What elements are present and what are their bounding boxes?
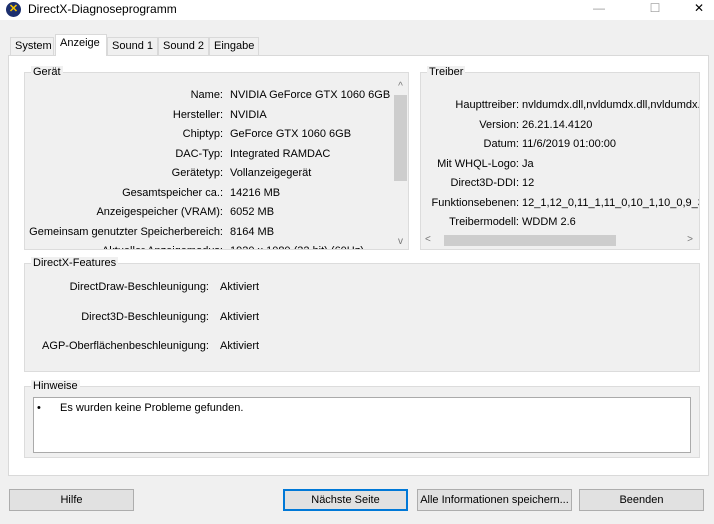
close-button[interactable]: ✕ xyxy=(676,0,714,20)
device-info-list: Name: NVIDIA GeForce GTX 1060 6GB Herstell… xyxy=(25,81,393,249)
features-label: Direct3D-Beschleunigung: xyxy=(81,310,209,323)
scroll-up-arrow[interactable]: ^ xyxy=(393,81,408,93)
driver-label: Mit WHQL-Logo: xyxy=(437,157,519,170)
driver-value: 12_1,12_0,11_1,11_0,10_1,10_0,9_3,9_2,9_… xyxy=(522,196,699,209)
minimize-button[interactable]: — xyxy=(576,0,622,20)
device-value: 14216 MB xyxy=(230,186,281,199)
features-value: Aktiviert xyxy=(220,340,260,352)
driver-label: Datum: xyxy=(483,138,519,150)
features-row: AGP-Oberflächenbeschleunigung: Aktiviert xyxy=(25,340,699,354)
device-value: NVIDIA xyxy=(230,108,267,121)
features-value: Aktiviert xyxy=(220,281,260,293)
driver-label: Version: xyxy=(479,118,519,131)
device-label: Gerätetyp: xyxy=(171,167,223,179)
device-row: Name: NVIDIA GeForce GTX 1060 6GB xyxy=(25,89,393,103)
device-group-title: Gerät xyxy=(31,66,63,78)
device-value: 6052 MB xyxy=(230,206,275,218)
features-row: Direct3D-Beschleunigung: Aktiviert xyxy=(25,311,699,325)
driver-group: Treiber Haupttreiber: nvldumdx.dll,nvldum… xyxy=(420,66,700,250)
driver-value: nvldumdx.dll,nvldumdx.dll,nvldumdx.dll,n… xyxy=(522,99,699,111)
device-label: Chiptyp: xyxy=(182,128,223,140)
device-label: DAC-Typ: xyxy=(175,147,223,160)
device-value: NVIDIA GeForce GTX 1060 6GB xyxy=(230,89,391,101)
driver-row: Datum: 11/6/2019 01:00:00 xyxy=(421,138,699,152)
device-row: Gemeinsam genutzter Speicherbereich: 8164… xyxy=(25,226,393,240)
device-value: Integrated RAMDAC xyxy=(230,147,331,160)
tab-system[interactable]: System xyxy=(10,37,54,55)
driver-label: Haupttreiber: xyxy=(455,99,519,111)
scrollbar-thumb[interactable] xyxy=(394,95,407,181)
driver-info-list: Haupttreiber: nvldumdx.dll,nvldumdx.dll,n… xyxy=(421,81,699,233)
scroll-left-arrow[interactable]: < xyxy=(425,234,431,245)
device-vertical-scrollbar[interactable]: ^ v xyxy=(393,81,408,249)
driver-row: Mit WHQL-Logo: Ja xyxy=(421,158,699,172)
driver-value: 11/6/2019 01:00:00 xyxy=(522,138,616,150)
device-row: DAC-Typ: Integrated RAMDAC xyxy=(25,148,393,162)
note-item: Es wurden keine Probleme gefunden. xyxy=(60,402,244,414)
device-label: Hersteller: xyxy=(172,108,223,121)
tab-sound-1[interactable]: Sound 1 xyxy=(107,37,158,55)
driver-group-title: Treiber xyxy=(427,66,466,78)
note-bullet: • xyxy=(37,402,41,414)
directx-app-icon: ✕ xyxy=(6,2,21,17)
device-row: Gesamtspeicher ca.: 14216 MB xyxy=(25,187,393,201)
driver-row: Direct3D-DDI: 12 xyxy=(421,177,699,191)
driver-label: Funktionsebenen: xyxy=(431,196,519,209)
device-value: 1920 x 1080 (32 bit) (60Hz) xyxy=(230,245,364,249)
notes-group: Hinweise • Es wurden keine Probleme gefu… xyxy=(24,380,700,458)
notes-textbox[interactable]: • Es wurden keine Probleme gefunden. xyxy=(33,397,691,453)
driver-row: Version: 26.21.14.4120 xyxy=(421,119,699,133)
features-value: Aktiviert xyxy=(220,310,260,323)
maximize-button[interactable]: ☐ xyxy=(632,0,678,20)
driver-row: Funktionsebenen: 12_1,12_0,11_1,11_0,10_1… xyxy=(421,197,699,211)
exit-button[interactable]: Beenden xyxy=(579,489,704,511)
scroll-right-arrow[interactable]: > xyxy=(687,234,693,245)
driver-label: Direct3D-DDI: xyxy=(450,177,519,189)
next-page-button[interactable]: Nächste Seite xyxy=(283,489,408,511)
features-label: DirectDraw-Beschleunigung: xyxy=(69,281,209,293)
features-row: DirectDraw-Beschleunigung: Aktiviert xyxy=(25,281,699,295)
driver-value: 12 xyxy=(522,177,535,189)
device-value: Vollanzeigegerät xyxy=(230,167,312,179)
device-group: Gerät Name: NVIDIA GeForce GTX 1060 6GB He… xyxy=(24,66,409,250)
help-button[interactable]: Hilfe xyxy=(9,489,134,511)
features-group-title: DirectX-Features xyxy=(31,257,119,269)
tab-anzeige[interactable]: Anzeige xyxy=(55,34,107,56)
device-label: Anzeigespeicher (VRAM): xyxy=(96,206,223,218)
device-row: Anzeigespeicher (VRAM): 6052 MB xyxy=(25,206,393,220)
notes-group-title: Hinweise xyxy=(31,380,80,392)
driver-value: WDDM 2.6 xyxy=(522,216,576,228)
driver-row: Treibermodell: WDDM 2.6 xyxy=(421,216,699,230)
device-label: Aktueller Anzeigemodus: xyxy=(102,245,223,249)
device-value: 8164 MB xyxy=(230,225,275,238)
device-label: Gesamtspeicher ca.: xyxy=(122,186,223,199)
driver-value: Ja xyxy=(522,157,534,170)
device-row: Aktueller Anzeigemodus: 1920 x 1080 (32 b… xyxy=(25,245,393,249)
save-all-info-button[interactable]: Alle Informationen speichern... xyxy=(417,489,572,511)
directx-features-group: DirectX-Features DirectDraw-Beschleunigu… xyxy=(24,257,700,372)
device-value: GeForce GTX 1060 6GB xyxy=(230,128,352,140)
driver-horizontal-scrollbar[interactable]: < > xyxy=(421,233,699,248)
device-row: Hersteller: NVIDIA xyxy=(25,109,393,123)
driver-label: Treibermodell: xyxy=(449,216,519,228)
scrollbar-thumb[interactable] xyxy=(444,235,616,246)
features-label: AGP-Oberflächenbeschleunigung: xyxy=(42,340,209,352)
window-title: DirectX-Diagnoseprogramm xyxy=(28,2,177,16)
driver-row: Haupttreiber: nvldumdx.dll,nvldumdx.dll,n… xyxy=(421,99,699,113)
driver-value: 26.21.14.4120 xyxy=(522,118,593,131)
device-row: Chiptyp: GeForce GTX 1060 6GB xyxy=(25,128,393,142)
device-label: Name: xyxy=(190,89,223,101)
tab-sound-2[interactable]: Sound 2 xyxy=(158,37,209,55)
tab-eingabe[interactable]: Eingabe xyxy=(209,37,259,55)
device-label: Gemeinsam genutzter Speicherbereich: xyxy=(29,225,223,238)
scroll-down-arrow[interactable]: v xyxy=(393,236,408,247)
device-row: Gerätetyp: Vollanzeigegerät xyxy=(25,167,393,181)
